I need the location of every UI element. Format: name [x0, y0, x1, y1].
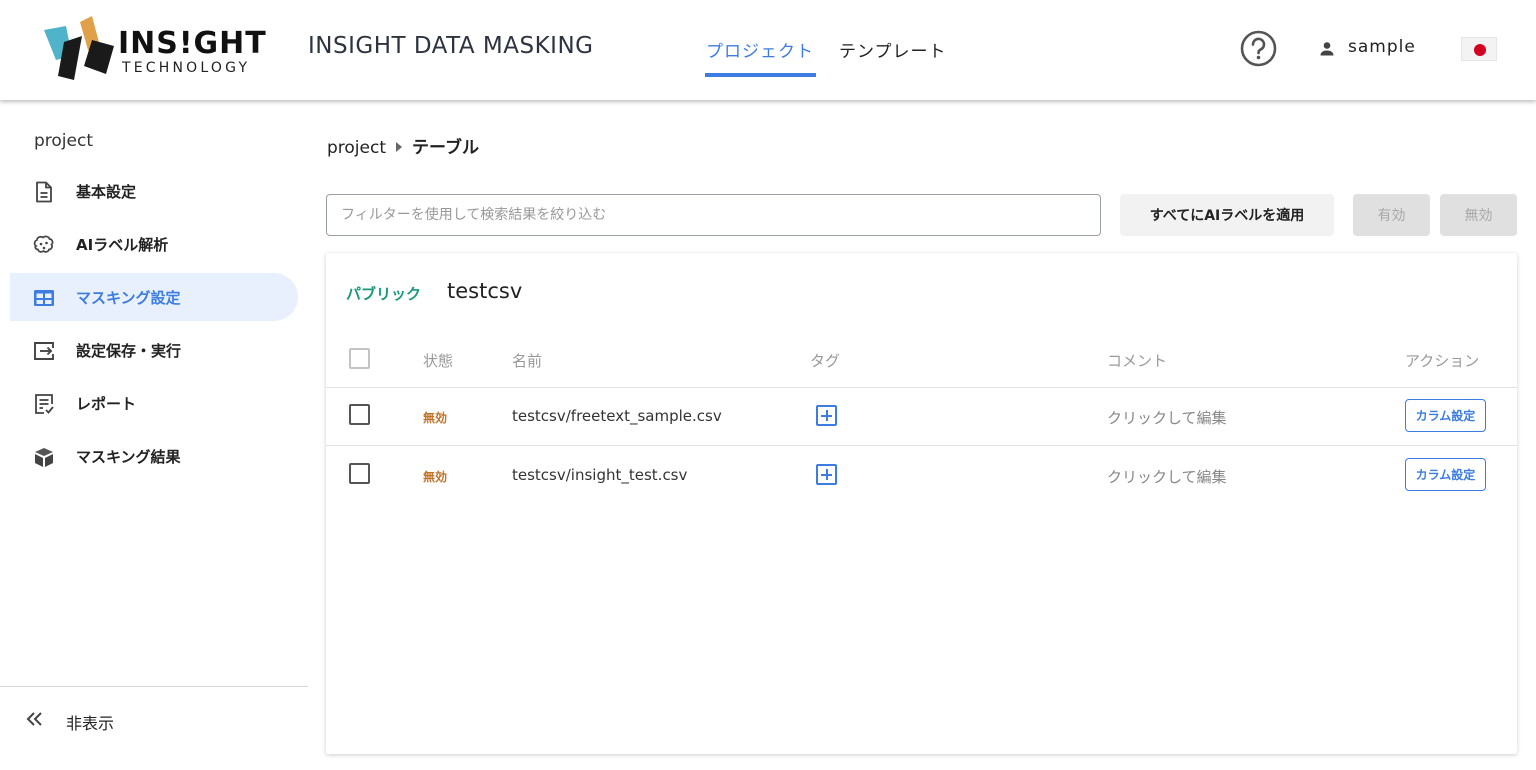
add-tag-icon[interactable] — [816, 464, 837, 485]
document-icon — [36, 181, 52, 203]
report-icon — [35, 394, 54, 414]
enable-button[interactable]: 有効 — [1353, 194, 1430, 236]
comment-edit[interactable]: クリックして編集 — [1107, 407, 1227, 428]
hide-sidebar-label: 非表示 — [66, 714, 115, 733]
user-name[interactable]: sample — [1348, 37, 1416, 57]
sidebar: project 基本設定 AIラベル解析 マスキング設定 設定保存・実行 レポー… — [0, 100, 308, 770]
status-badge: 無効 — [423, 411, 448, 425]
scope-badge: パブリック — [346, 285, 422, 303]
sidebar-item-label: マスキング結果 — [76, 448, 181, 466]
help-circle-icon[interactable] — [1240, 30, 1277, 67]
column-header-tag: タグ — [810, 352, 841, 370]
sidebar-item-label: レポート — [76, 395, 137, 413]
app-title: INSIGHT DATA MASKING — [308, 33, 594, 59]
card-title: testcsv — [447, 279, 523, 303]
table-card: パブリック testcsv 状態 名前 タグ コメント アクション 無効 tes… — [326, 253, 1517, 754]
breadcrumb-current: テーブル — [412, 138, 479, 158]
tab-template[interactable]: テンプレート — [839, 37, 947, 62]
status-badge: 無効 — [423, 470, 448, 484]
select-all-checkbox[interactable] — [349, 348, 370, 369]
row-divider — [326, 445, 1517, 446]
column-header-comment: コメント — [1107, 352, 1168, 370]
double-chevron-left-icon — [26, 712, 42, 726]
sidebar-item-label: 設定保存・実行 — [76, 342, 182, 360]
row-checkbox[interactable] — [349, 463, 370, 484]
column-header-name: 名前 — [512, 352, 543, 370]
column-settings-button[interactable]: カラム設定 — [1405, 458, 1486, 491]
sidebar-item-label: 基本設定 — [76, 183, 137, 201]
app-header: INS!GHT TECHNOLOGY INSIGHT DATA MASKING … — [0, 0, 1536, 100]
tab-project[interactable]: プロジェクト — [706, 37, 814, 62]
person-icon — [1320, 42, 1334, 56]
table-name: testcsv/insight_test.csv — [512, 466, 688, 484]
logo-tagline: TECHNOLOGY — [122, 60, 251, 76]
disable-button[interactable]: 無効 — [1440, 194, 1517, 236]
sidebar-item-ai-label-analysis[interactable]: AIラベル解析 — [10, 220, 298, 268]
sidebar-item-save-execute[interactable]: 設定保存・実行 — [10, 326, 298, 374]
column-header-status: 状態 — [423, 352, 454, 370]
insight-technology-logo[interactable]: INS!GHT TECHNOLOGY — [44, 16, 280, 82]
sidebar-item-masking-settings[interactable]: マスキング設定 — [10, 273, 298, 321]
table-icon — [34, 290, 54, 306]
apply-ai-labels-button[interactable]: すべてにAIラベルを適用 — [1120, 194, 1334, 236]
breadcrumb-separator-icon — [396, 142, 403, 152]
hide-sidebar-button[interactable]: 非表示 — [0, 698, 308, 742]
row-checkbox[interactable] — [349, 404, 370, 425]
row-divider — [326, 387, 1517, 388]
logo-mark-icon — [44, 16, 114, 80]
sidebar-item-report[interactable]: レポート — [10, 379, 298, 427]
active-tab-indicator — [705, 73, 816, 77]
box-icon — [35, 448, 53, 467]
japan-flag-icon[interactable] — [1461, 37, 1497, 61]
sidebar-item-masking-results[interactable]: マスキング結果 — [10, 432, 298, 480]
export-icon — [34, 342, 54, 360]
sidebar-item-label: AIラベル解析 — [76, 236, 169, 254]
add-tag-icon[interactable] — [816, 405, 837, 426]
comment-edit[interactable]: クリックして編集 — [1107, 466, 1227, 487]
sidebar-project-name: project — [34, 131, 94, 151]
column-settings-button[interactable]: カラム設定 — [1405, 399, 1486, 432]
brain-icon — [33, 235, 54, 253]
column-header-action: アクション — [1405, 352, 1480, 370]
sidebar-item-label: マスキング設定 — [76, 289, 181, 307]
table-name: testcsv/freetext_sample.csv — [512, 407, 722, 425]
breadcrumb-parent[interactable]: project — [327, 138, 386, 158]
sidebar-item-basic-settings[interactable]: 基本設定 — [10, 167, 298, 215]
sidebar-divider — [0, 686, 308, 687]
breadcrumb: project テーブル — [327, 133, 479, 158]
logo-wordmark: INS!GHT — [118, 26, 267, 61]
filter-input[interactable] — [326, 194, 1101, 236]
